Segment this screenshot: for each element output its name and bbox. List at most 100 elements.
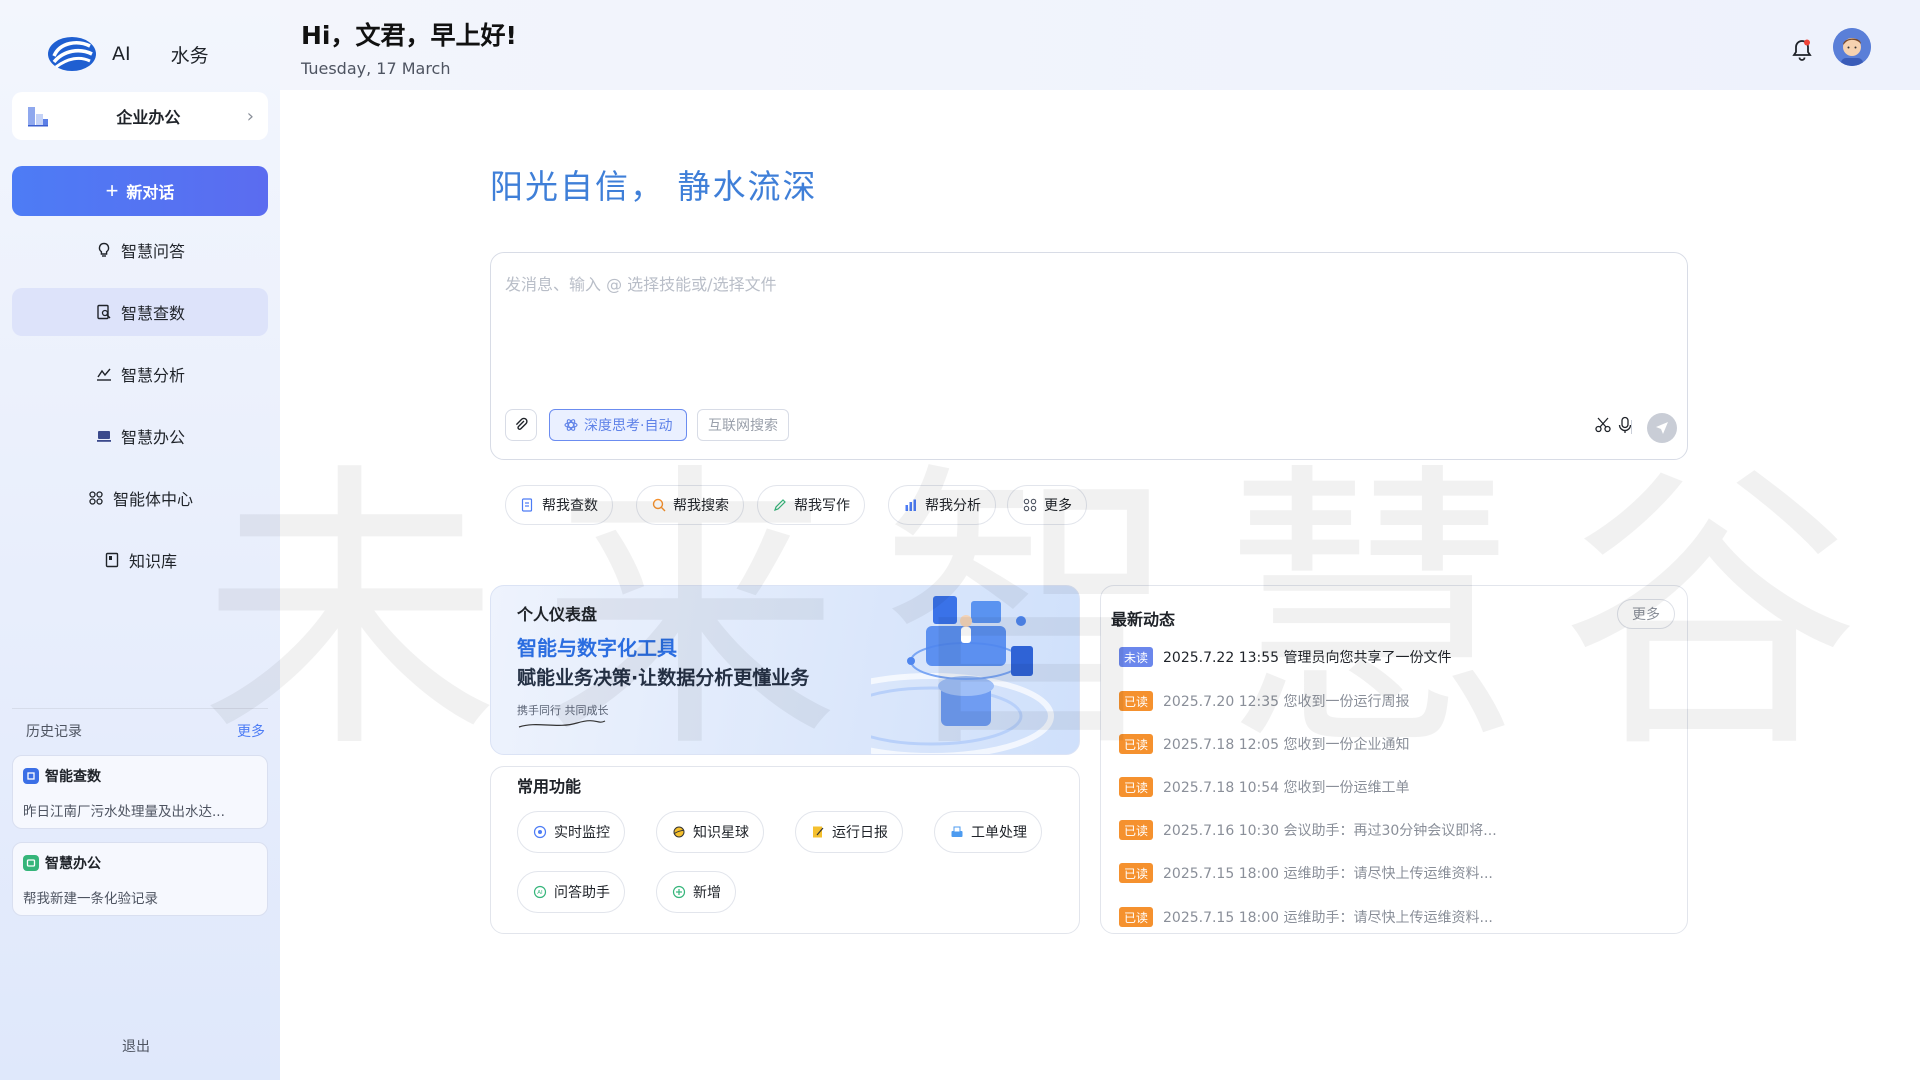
function-label: 工单处理 xyxy=(971,825,1027,841)
monitor-icon xyxy=(532,824,548,840)
add-circle-icon xyxy=(671,884,687,900)
new-chat-label: 新对话 xyxy=(126,185,175,202)
brand-ai-text: AI xyxy=(112,43,131,65)
news-item[interactable]: 已读 2025.7.18 10:54 您收到一份运维工单 xyxy=(1119,776,1410,798)
apps-icon xyxy=(87,489,105,507)
signature-graphic xyxy=(518,720,606,728)
message-input[interactable] xyxy=(505,271,1655,371)
bar-chart-icon xyxy=(903,497,919,513)
news-text: 2025.7.16 10:30 会议助手：再过30分钟会议即将... xyxy=(1163,823,1497,839)
workspace-switcher[interactable]: 企业办公 › xyxy=(12,92,268,140)
scissors-icon[interactable] xyxy=(1591,413,1615,437)
read-badge: 已读 xyxy=(1119,691,1153,711)
common-functions-card: 常用功能 实时监控 知识星球 运行日报 工单处理 AI 问答助手 新增 xyxy=(490,766,1080,934)
history-item[interactable]: 智慧办公 帮我新建一条化验记录 xyxy=(12,842,268,916)
function-qa-assistant[interactable]: AI 问答助手 xyxy=(517,871,625,913)
nav-label: 智慧分析 xyxy=(120,366,185,385)
unread-badge: 未读 xyxy=(1119,647,1153,667)
book-icon xyxy=(103,551,121,569)
function-work-order[interactable]: 工单处理 xyxy=(934,811,1042,853)
quick-action-analyze[interactable]: 帮我分析 xyxy=(888,485,996,525)
new-chat-button[interactable]: + 新对话 xyxy=(12,166,268,216)
history-item-title: 智慧办公 xyxy=(45,856,101,872)
news-item[interactable]: 已读 2025.7.15 18:00 运维助手：请尽快上传运维资料... xyxy=(1119,862,1493,884)
history-item-title: 智能查数 xyxy=(45,769,101,785)
dashboard-tag: 携手同行 共同成长 xyxy=(517,704,609,717)
quick-action-label: 帮我查数 xyxy=(542,498,598,514)
news-item[interactable]: 已读 2025.7.16 10:30 会议助手：再过30分钟会议即将... xyxy=(1119,819,1497,841)
news-text: 2025.7.20 12:35 您收到一份运行周报 xyxy=(1163,694,1410,710)
building-icon xyxy=(28,107,48,127)
laptop-icon xyxy=(95,427,113,445)
nav-label: 智能体中心 xyxy=(112,490,193,509)
function-knowledge-planet[interactable]: 知识星球 xyxy=(656,811,764,853)
news-more-button[interactable]: 更多 xyxy=(1617,599,1675,629)
read-badge: 已读 xyxy=(1119,734,1153,754)
grid-icon xyxy=(1022,497,1038,513)
attach-button[interactable] xyxy=(505,409,537,441)
plus-icon: + xyxy=(105,178,119,203)
latest-news-card: 最新动态 更多 未读 2025.7.22 13:55 管理员向您共享了一份文件 … xyxy=(1100,585,1688,934)
news-text: 2025.7.22 13:55 管理员向您共享了一份文件 xyxy=(1163,650,1452,666)
function-label: 新增 xyxy=(693,885,721,901)
nav-item-agent-center[interactable]: 智能体中心 xyxy=(12,474,268,522)
toolbar-divider xyxy=(1631,420,1632,434)
history-item[interactable]: 智能查数 昨日江南厂污水处理量及出水达... xyxy=(12,755,268,829)
news-title: 最新动态 xyxy=(1111,610,1176,629)
history-more-link[interactable]: 更多 xyxy=(237,721,265,741)
brand-name-text: 水务 xyxy=(170,44,209,67)
dashboard-headline: 智能与数字化工具 xyxy=(517,636,677,660)
bell-icon[interactable] xyxy=(1791,38,1813,62)
top-header: Hi，文君，早上好! Tuesday, 17 March xyxy=(280,0,1920,90)
deep-think-label: 深度思考·自动 xyxy=(584,418,673,434)
logout-button[interactable]: 退出 xyxy=(0,1036,272,1056)
news-item[interactable]: 已读 2025.7.15 18:00 运维助手：请尽快上传运维资料... xyxy=(1119,906,1493,928)
quick-action-label: 更多 xyxy=(1044,498,1072,514)
data-platform-illustration xyxy=(871,596,1054,754)
news-item[interactable]: 未读 2025.7.22 13:55 管理员向您共享了一份文件 xyxy=(1119,646,1452,668)
quick-action-query[interactable]: 帮我查数 xyxy=(505,485,613,525)
nav-item-smart-query[interactable]: 智慧查数 xyxy=(12,288,268,336)
function-label: 运行日报 xyxy=(832,825,888,841)
news-item[interactable]: 已读 2025.7.18 12:05 您收到一份企业通知 xyxy=(1119,733,1410,755)
chart-line-icon xyxy=(95,365,113,383)
user-avatar[interactable] xyxy=(1833,28,1871,66)
quick-action-write[interactable]: 帮我写作 xyxy=(757,485,865,525)
function-label: 实时监控 xyxy=(554,825,610,841)
quick-action-more[interactable]: 更多 xyxy=(1007,485,1087,525)
nav-item-smart-office[interactable]: 智慧办公 xyxy=(12,412,268,460)
search-icon xyxy=(651,497,667,513)
deep-think-toggle[interactable]: 深度思考·自动 xyxy=(549,409,688,441)
history-item-desc: 昨日江南厂污水处理量及出水达... xyxy=(23,804,225,820)
news-text: 2025.7.15 18:00 运维助手：请尽快上传运维资料... xyxy=(1163,866,1493,882)
data-query-icon xyxy=(520,497,536,513)
web-search-toggle[interactable]: 互联网搜索 xyxy=(697,409,789,441)
personal-dashboard-card[interactable]: 个人仪表盘 智能与数字化工具 赋能业务决策·让数据分析更懂业务 携手同行 共同成… xyxy=(490,585,1080,755)
nav-item-smart-qa[interactable]: 智慧问答 xyxy=(12,226,268,274)
quick-action-label: 帮我写作 xyxy=(794,498,850,514)
workorder-icon xyxy=(949,824,965,840)
brand: AI 水务 xyxy=(46,32,209,76)
history-item-desc: 帮我新建一条化验记录 xyxy=(23,891,158,907)
brand-logo-icon xyxy=(48,37,96,71)
send-icon xyxy=(1656,422,1668,434)
planet-icon xyxy=(671,824,687,840)
function-label: 问答助手 xyxy=(554,885,610,901)
function-realtime-monitor[interactable]: 实时监控 xyxy=(517,811,625,853)
dashboard-title: 个人仪表盘 xyxy=(517,605,598,624)
news-text: 2025.7.18 12:05 您收到一份企业通知 xyxy=(1163,737,1410,753)
sidebar: AI 水务 企业办公 › + 新对话 智慧问答 智慧查数 智慧分析 智慧办公 智… xyxy=(0,0,280,1080)
quick-action-label: 帮我搜索 xyxy=(673,498,729,514)
nav-item-smart-analysis[interactable]: 智慧分析 xyxy=(12,350,268,398)
send-button[interactable] xyxy=(1647,413,1677,443)
quick-action-search[interactable]: 帮我搜索 xyxy=(636,485,744,525)
nav-item-knowledge-base[interactable]: 知识库 xyxy=(12,536,268,584)
nav-label: 智慧办公 xyxy=(120,428,185,447)
function-daily-report[interactable]: 运行日报 xyxy=(795,811,903,853)
news-text: 2025.7.15 18:00 运维助手：请尽快上传运维资料... xyxy=(1163,910,1493,926)
data-search-icon xyxy=(95,303,113,321)
nav-label: 知识库 xyxy=(128,552,177,571)
microphone-icon[interactable] xyxy=(1613,413,1637,437)
function-add[interactable]: 新增 xyxy=(656,871,736,913)
news-item[interactable]: 已读 2025.7.20 12:35 您收到一份运行周报 xyxy=(1119,690,1410,712)
